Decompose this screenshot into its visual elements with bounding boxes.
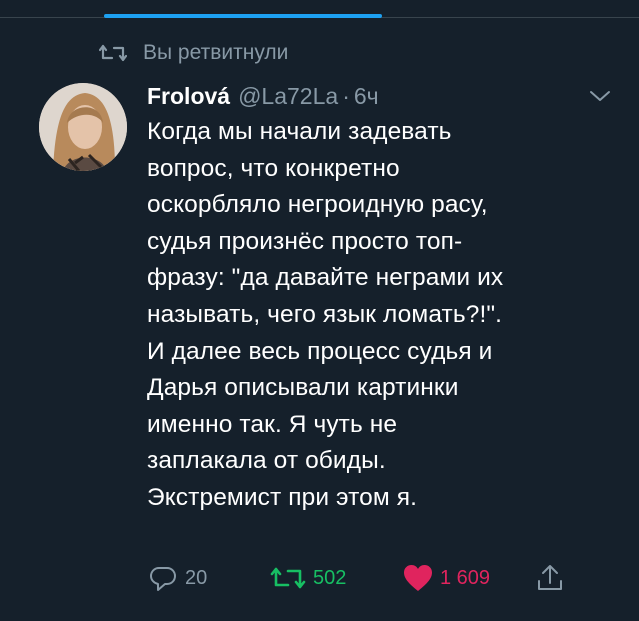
chevron-down-icon[interactable] xyxy=(588,88,612,104)
tweet-actions: 20 502 1 609 xyxy=(147,562,617,594)
retweet-icon xyxy=(98,42,128,64)
tweet-text: Когда мы начали задевать вопрос, что кон… xyxy=(147,118,504,511)
display-name[interactable]: Frolová xyxy=(147,80,230,112)
share-button[interactable] xyxy=(535,562,565,594)
tweet-timestamp[interactable]: 6ч xyxy=(354,80,379,112)
user-handle[interactable]: @La72La xyxy=(238,80,338,112)
retweet-context-label: Вы ретвитнули xyxy=(143,41,289,64)
like-count: 1 609 xyxy=(440,566,491,589)
retweet-context: Вы ретвитнули xyxy=(98,40,289,66)
header-separator: · xyxy=(342,83,350,109)
reply-icon xyxy=(147,562,179,594)
retweet-icon xyxy=(269,562,307,594)
retweet-count: 502 xyxy=(313,566,347,589)
reply-button[interactable]: 20 xyxy=(147,562,207,594)
retweet-button[interactable]: 502 xyxy=(269,562,346,594)
share-icon xyxy=(535,562,565,594)
heart-icon xyxy=(402,563,434,593)
active-tab-indicator xyxy=(104,14,382,18)
like-button[interactable]: 1 609 xyxy=(402,562,490,594)
reply-count: 20 xyxy=(185,566,208,589)
avatar[interactable] xyxy=(39,83,127,171)
tweet-header: Frolová @La72La · 6ч xyxy=(147,80,379,112)
